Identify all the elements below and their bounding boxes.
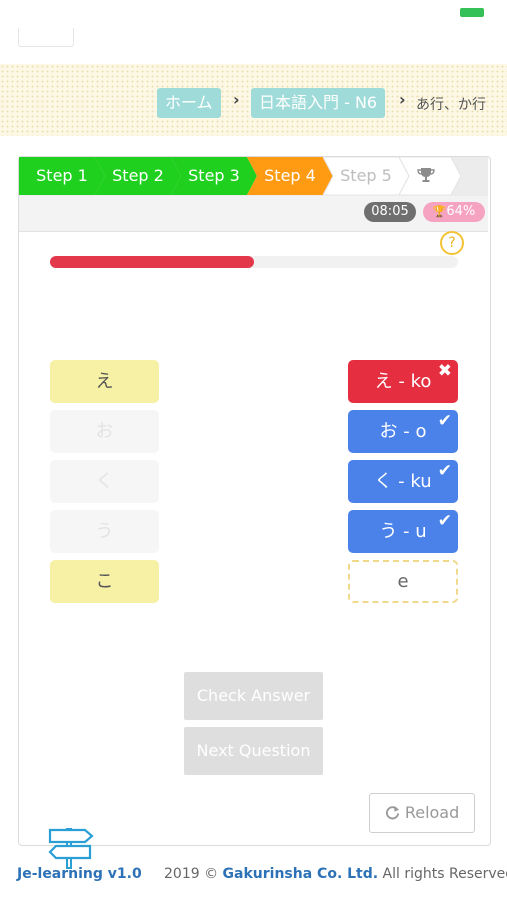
- close-icon: ✖: [437, 361, 452, 381]
- check-icon: ✔: [437, 411, 452, 431]
- timer-badge: 08:05: [364, 202, 416, 222]
- brand-link[interactable]: Je-learning v1.0: [17, 866, 142, 882]
- step-3-tab[interactable]: Step 3: [171, 157, 257, 195]
- reload-button[interactable]: Reload: [369, 793, 475, 833]
- chevron-right-icon: ›: [399, 90, 406, 109]
- battery-icon: [460, 8, 484, 17]
- kana-tile: う: [50, 510, 159, 553]
- kana-tile: く: [50, 460, 159, 503]
- status-bar: [19, 196, 488, 232]
- step-final-tab[interactable]: [399, 157, 461, 195]
- trophy-icon: 🏆: [432, 205, 447, 218]
- answer-slot-correct[interactable]: う - u ✔: [348, 510, 458, 553]
- step-5-tab[interactable]: Step 5: [323, 157, 409, 195]
- breadcrumb-course[interactable]: 日本語入門 - N6: [251, 88, 386, 118]
- answer-slot-correct[interactable]: お - o ✔: [348, 410, 458, 453]
- step-1-tab[interactable]: Step 1: [19, 157, 105, 195]
- check-answer-button[interactable]: Check Answer: [184, 672, 323, 720]
- progress-fill: [50, 256, 254, 268]
- kana-tile[interactable]: え: [50, 360, 159, 403]
- trophy-icon: [417, 166, 439, 185]
- check-icon: ✔: [437, 461, 452, 481]
- chevron-right-icon: ›: [233, 90, 240, 109]
- answer-slot-wrong[interactable]: え - ko ✖: [348, 360, 458, 403]
- answer-slot-correct[interactable]: く - ku ✔: [348, 460, 458, 503]
- copyright-text: 2019 © Gakurinsha Co. Ltd. All rights Re…: [164, 866, 507, 882]
- menu-toggle[interactable]: [18, 28, 74, 47]
- breadcrumb-current: あ行、か行: [416, 97, 486, 113]
- breadcrumb: ホーム › 日本語入門 - N6 › あ行、か行: [0, 64, 507, 136]
- company-link[interactable]: Gakurinsha Co. Ltd.: [223, 866, 379, 882]
- score-badge: 🏆64%: [423, 202, 485, 222]
- kana-tile[interactable]: こ: [50, 560, 159, 603]
- help-icon[interactable]: ?: [440, 231, 464, 255]
- step-4-tab[interactable]: Step 4: [247, 157, 333, 195]
- refresh-icon: [385, 803, 405, 822]
- check-icon: ✔: [437, 511, 452, 531]
- next-question-button[interactable]: Next Question: [184, 727, 323, 775]
- step-2-tab[interactable]: Step 2: [95, 157, 181, 195]
- breadcrumb-home[interactable]: ホーム: [157, 88, 221, 118]
- kana-tile: お: [50, 410, 159, 453]
- answer-slot-empty[interactable]: e: [348, 560, 458, 603]
